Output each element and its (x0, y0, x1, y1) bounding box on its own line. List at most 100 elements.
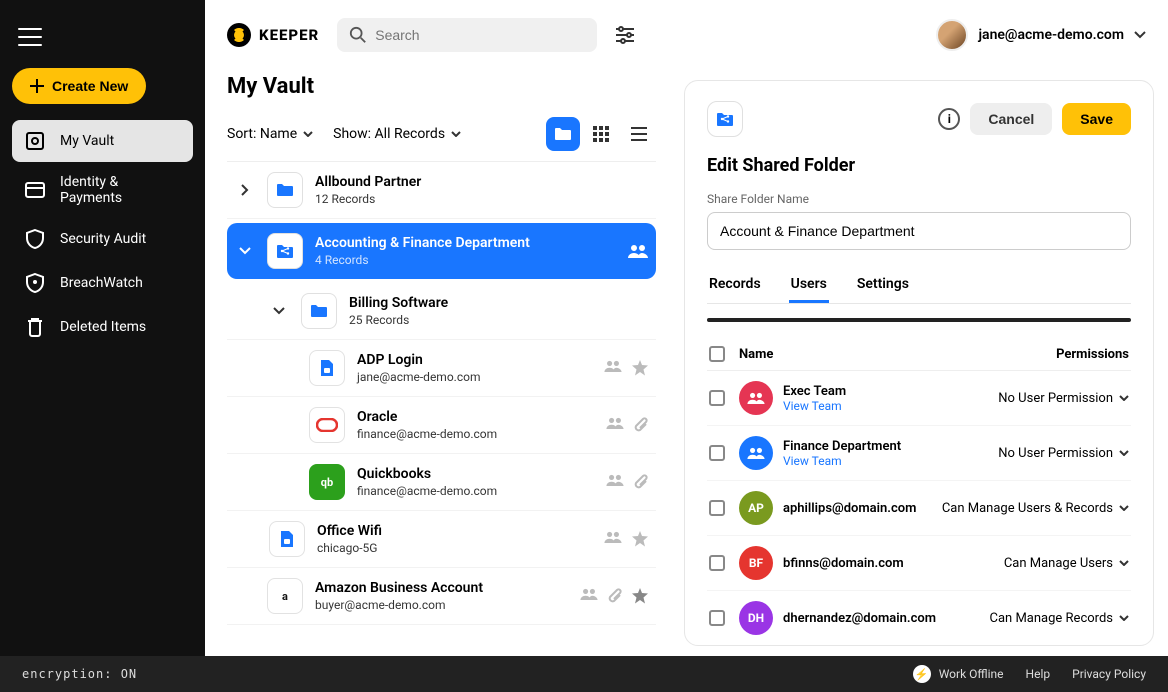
bolt-icon: ⚡ (913, 665, 931, 683)
view-list-button[interactable] (622, 117, 656, 151)
shared-folder-icon (267, 233, 303, 269)
chevron-down-icon[interactable] (269, 307, 289, 315)
nav-breachwatch[interactable]: BreachWatch (12, 262, 193, 304)
logo-icon (227, 23, 251, 47)
record-row[interactable]: Oracle finance@acme-demo.com (227, 397, 656, 454)
user-name: Exec Team (783, 384, 939, 399)
plus-icon (30, 79, 44, 93)
record-sub: chicago-5G (317, 541, 592, 555)
record-name: Office Wifi (317, 523, 592, 539)
star-icon[interactable] (632, 360, 648, 376)
folder-name-input[interactable] (707, 212, 1131, 250)
tab-users[interactable]: Users (789, 268, 829, 303)
menu-icon[interactable] (18, 28, 42, 46)
nav-identity-payments[interactable]: Identity & Payments (12, 164, 193, 216)
row-checkbox[interactable] (709, 555, 725, 571)
edit-shared-folder-panel: i Cancel Save Edit Shared Folder Share F… (684, 80, 1154, 646)
permission-label: Can Manage Records (990, 611, 1113, 626)
add-button[interactable]: Add (1068, 318, 1129, 322)
user-row[interactable]: DH dhernandez@domain.com Can Manage Reco… (707, 591, 1131, 646)
users-icon[interactable] (628, 244, 648, 258)
users-icon[interactable] (604, 360, 622, 372)
user-row[interactable]: AP aphillips@domain.com Can Manage Users… (707, 481, 1131, 536)
folder-row[interactable]: Allbound Partner12 Records (227, 162, 656, 219)
row-checkbox[interactable] (709, 445, 725, 461)
info-icon[interactable]: i (938, 108, 960, 130)
attachment-icon[interactable] (634, 417, 648, 433)
search-icon (349, 26, 367, 44)
help-link[interactable]: Help (1026, 667, 1051, 681)
work-offline-toggle[interactable]: ⚡Work Offline (913, 665, 1004, 683)
nav-label: My Vault (60, 133, 114, 149)
users-icon[interactable] (604, 531, 622, 543)
permission-dropdown[interactable]: Can Manage Records (939, 611, 1129, 626)
show-dropdown[interactable]: Show: All Records (333, 126, 461, 142)
permission-dropdown[interactable]: Can Manage Users (939, 556, 1129, 571)
save-button[interactable]: Save (1062, 103, 1131, 135)
email-input[interactable] (747, 318, 1068, 322)
permission-dropdown[interactable]: No User Permission (939, 391, 1129, 406)
star-icon[interactable] (632, 588, 648, 604)
chevron-down-icon[interactable] (235, 247, 255, 255)
nav-my-vault[interactable]: My Vault (12, 120, 193, 162)
row-checkbox[interactable] (709, 500, 725, 516)
record-name: Quickbooks (357, 466, 594, 482)
cancel-button[interactable]: Cancel (970, 103, 1052, 135)
create-new-button[interactable]: Create New (12, 68, 146, 104)
chevron-right-icon[interactable] (235, 184, 255, 196)
users-icon[interactable] (606, 474, 624, 486)
record-row[interactable]: Office Wifi chicago-5G (227, 511, 656, 568)
view-team-link[interactable]: View Team (783, 399, 939, 413)
permission-dropdown[interactable]: Can Manage Users & Records (939, 501, 1129, 516)
footer: encryption: ON ⚡Work Offline Help Privac… (0, 656, 1168, 692)
privacy-link[interactable]: Privacy Policy (1072, 667, 1146, 681)
email-search-field[interactable]: Add (707, 318, 1131, 322)
user-name: dhernandez@domain.com (783, 611, 939, 626)
view-team-link[interactable]: View Team (783, 454, 939, 468)
user-row[interactable]: BF bfinns@domain.com Can Manage Users (707, 536, 1131, 591)
permission-label: Can Manage Users (1004, 556, 1113, 571)
users-icon[interactable] (580, 588, 598, 600)
folder-icon (267, 172, 303, 208)
row-checkbox[interactable] (709, 610, 725, 626)
tab-settings[interactable]: Settings (855, 268, 911, 303)
record-row[interactable]: qb Quickbooksfinance@acme-demo.com (227, 454, 656, 511)
view-grid-button[interactable] (584, 117, 618, 151)
attachment-icon[interactable] (634, 474, 648, 490)
topbar: KEEPER jane@acme-demo.com (205, 0, 1168, 70)
filter-settings-icon[interactable] (615, 26, 635, 44)
user-row[interactable]: Finance DepartmentView Team No User Perm… (707, 426, 1131, 481)
star-icon[interactable] (632, 531, 648, 547)
folder-name: Allbound Partner (315, 174, 648, 190)
permission-label: No User Permission (998, 446, 1113, 461)
user-row[interactable]: Exec TeamView Team No User Permission (707, 371, 1131, 426)
chevron-down-icon (1119, 395, 1129, 401)
brand-logo[interactable]: KEEPER (227, 23, 319, 47)
folder-icon (301, 293, 337, 329)
brand-text: KEEPER (259, 26, 319, 44)
user-menu[interactable]: jane@acme-demo.com (936, 19, 1146, 51)
record-row[interactable]: ADP Loginjane@acme-demo.com (227, 340, 656, 397)
search-field[interactable] (337, 18, 597, 52)
search-input[interactable] (375, 27, 585, 43)
select-all-checkbox[interactable] (709, 346, 725, 362)
users-icon[interactable] (606, 417, 624, 429)
folder-row[interactable]: Billing Software25 Records (227, 283, 656, 340)
folder-row-selected[interactable]: Accounting & Finance Department4 Records (227, 223, 656, 279)
panel-tabs: Records Users Settings (707, 268, 1131, 304)
search-icon (709, 318, 747, 322)
show-label: Show: All Records (333, 126, 445, 142)
permission-dropdown[interactable]: No User Permission (939, 446, 1129, 461)
list-icon (631, 127, 647, 141)
attachment-icon[interactable] (608, 588, 622, 604)
record-row[interactable]: a Amazon Business Accountbuyer@acme-demo… (227, 568, 656, 625)
tab-records[interactable]: Records (707, 268, 763, 303)
nav-label: BreachWatch (60, 275, 143, 291)
nav-security-audit[interactable]: Security Audit (12, 218, 193, 260)
record-name: Oracle (357, 409, 594, 425)
view-folder-button[interactable] (546, 117, 580, 151)
sort-dropdown[interactable]: Sort: Name (227, 126, 313, 142)
row-checkbox[interactable] (709, 390, 725, 406)
record-sub: finance@acme-demo.com (357, 427, 594, 441)
nav-deleted-items[interactable]: Deleted Items (12, 306, 193, 348)
